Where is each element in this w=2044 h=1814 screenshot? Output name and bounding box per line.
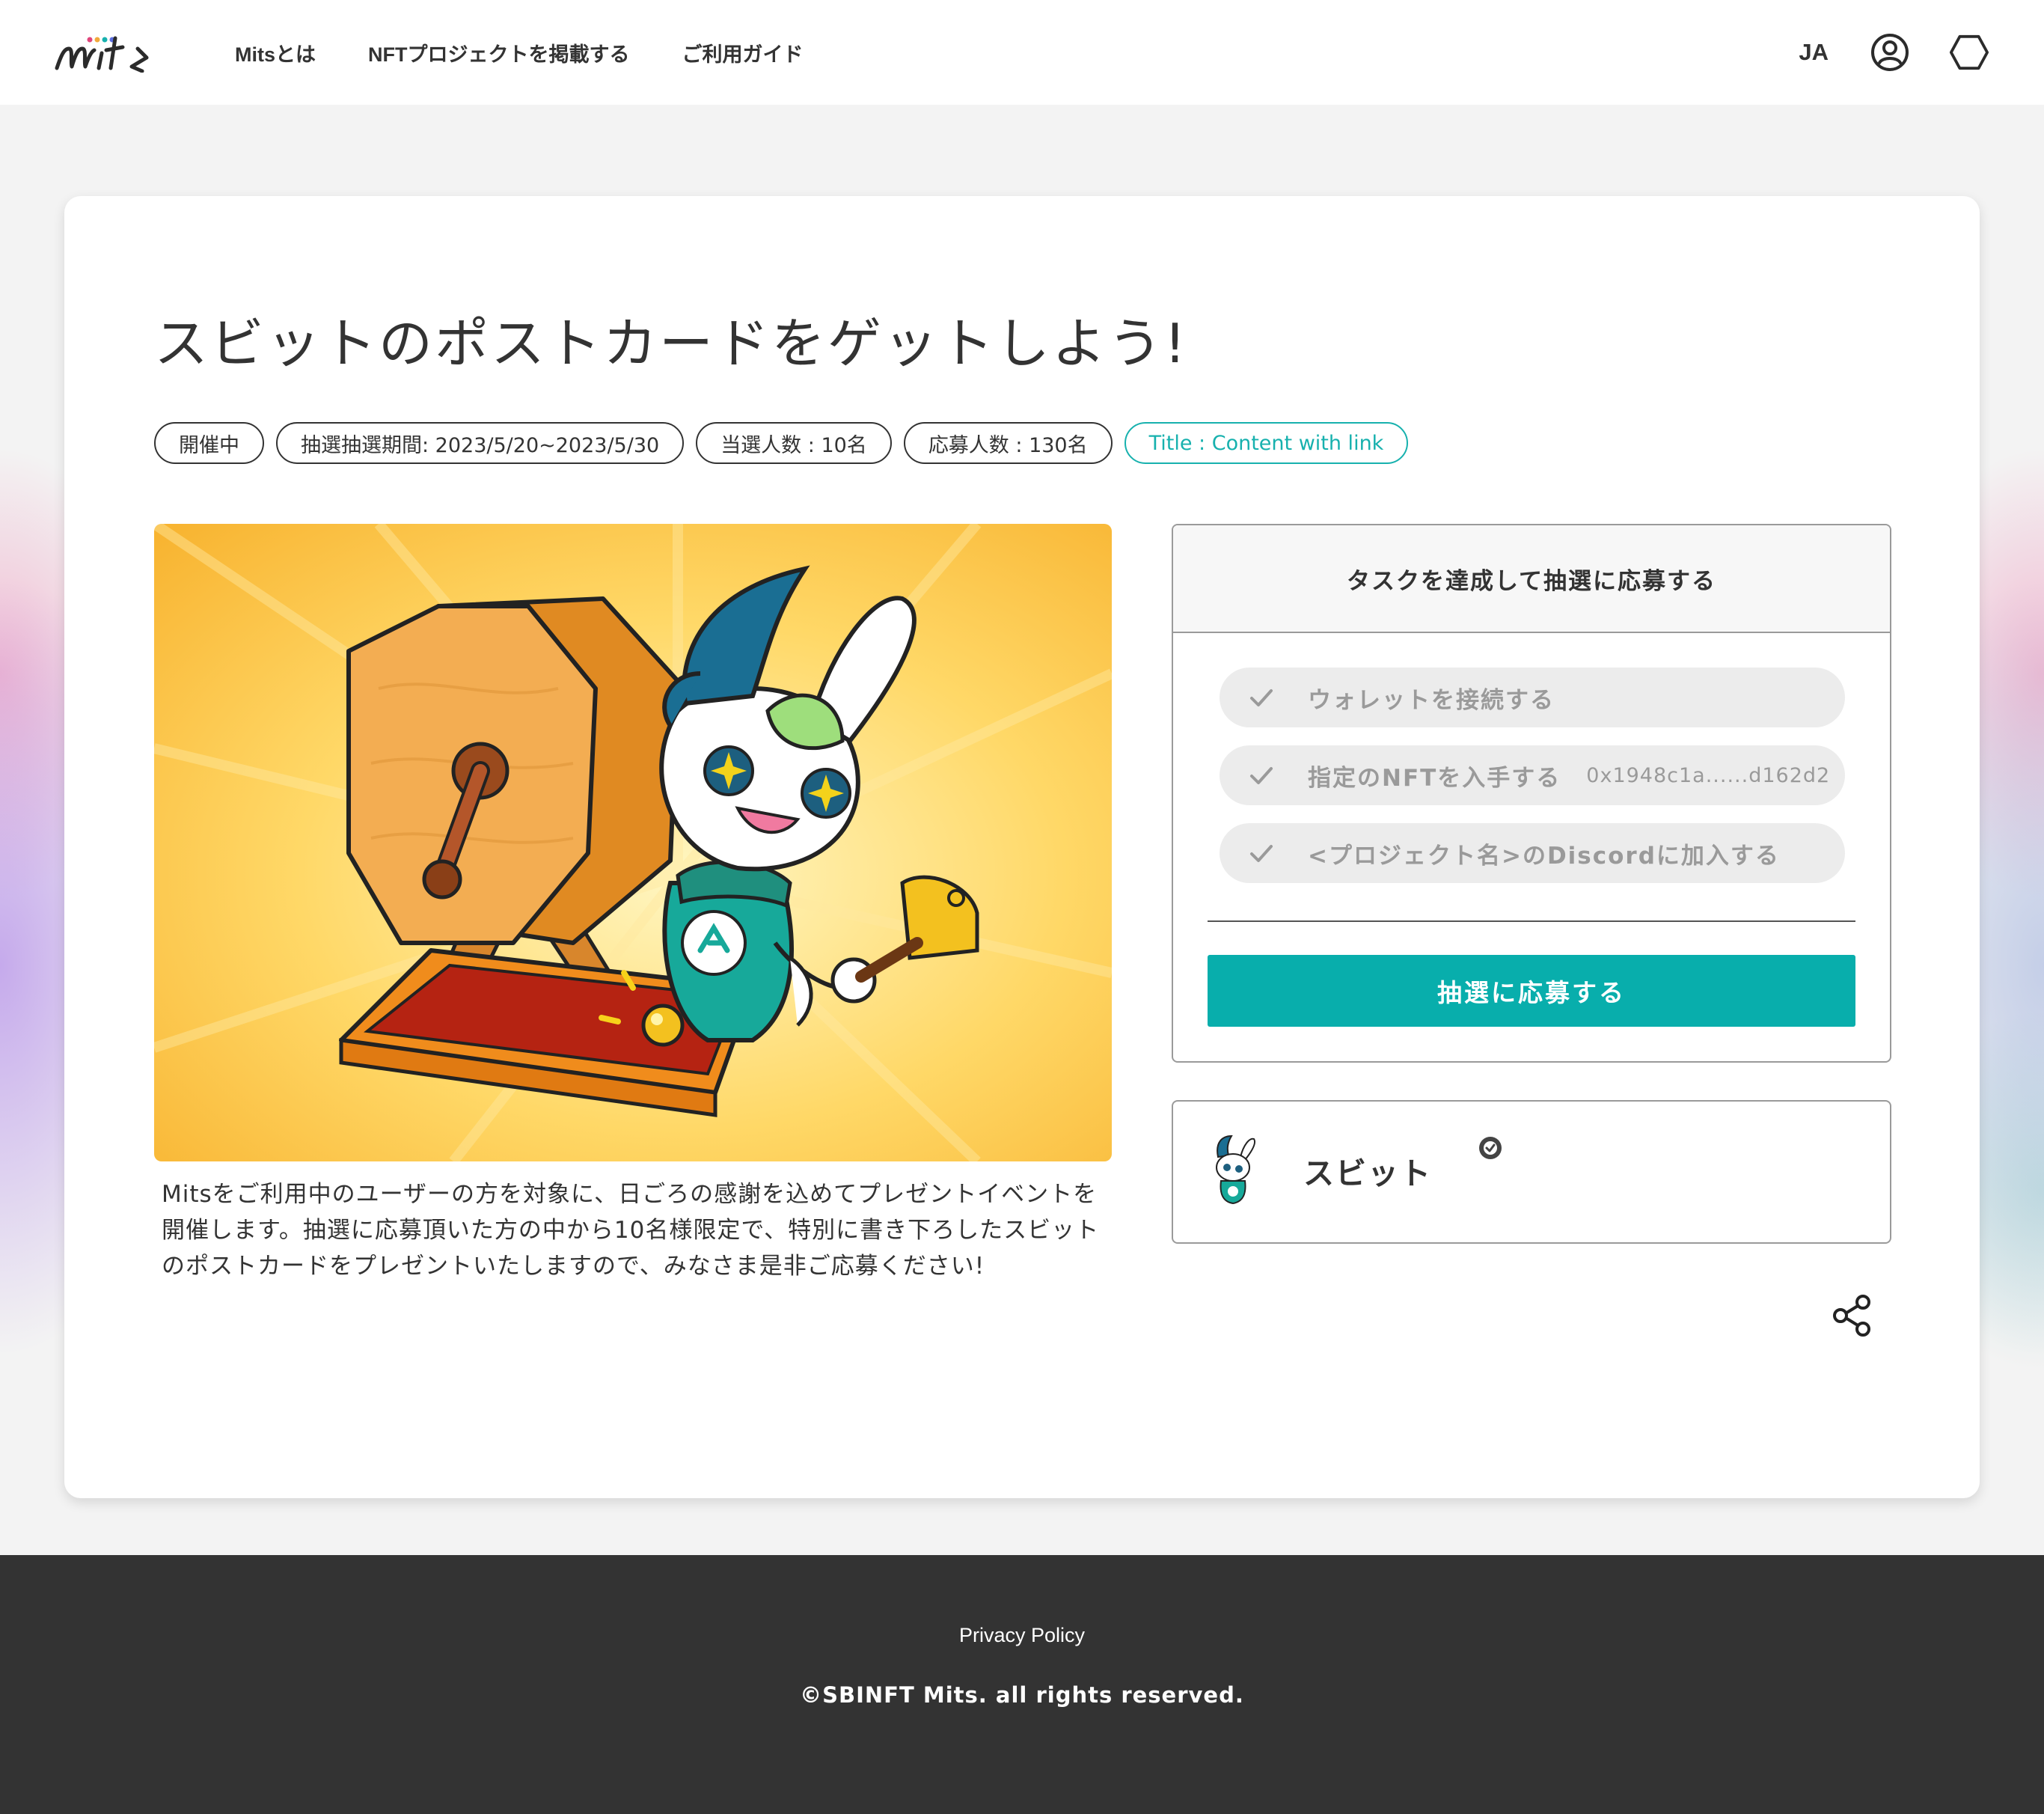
- campaign-title: スビットのポストカードをゲットしよう!: [154, 312, 1188, 375]
- check-icon: [1248, 684, 1275, 711]
- check-icon: [1248, 840, 1275, 867]
- nav-about[interactable]: Mitsとは: [235, 38, 316, 67]
- site-header: Mitsとは NFTプロジェクトを掲載する ご利用ガイド JA: [0, 0, 2044, 105]
- verified-badge-icon: [1478, 1136, 1502, 1160]
- project-name: スビット: [1303, 1155, 1432, 1191]
- apply-lottery-button[interactable]: 抽選に応募する: [1208, 955, 1855, 1027]
- task-panel-heading: タスクを達成して抽選に応募する: [1173, 525, 1890, 633]
- task-get-nft[interactable]: 指定のNFTを入手する 0x1948c1a......d162d2: [1220, 745, 1845, 805]
- campaign-card: スビットのポストカードをゲットしよう! 開催中 抽選抽選期間: 2023/5/2…: [64, 196, 1980, 1498]
- task-label: 指定のNFTを入手する: [1308, 764, 1561, 792]
- mits-logo[interactable]: [54, 30, 174, 75]
- status-badge: 開催中: [154, 422, 264, 464]
- nft-contract-address: 0x1948c1a......d162d2: [1586, 763, 1831, 787]
- check-icon: [1248, 762, 1275, 789]
- task-join-discord[interactable]: <プロジェクト名>のDiscordに加入する: [1220, 823, 1845, 883]
- period-badge: 抽選抽選期間: 2023/5/20~2023/5/30: [276, 422, 685, 464]
- content-link-badge[interactable]: Title : Content with link: [1124, 422, 1409, 464]
- wallet-hexagon-icon[interactable]: [1948, 31, 1990, 73]
- copyright: ©SBINFT Mits. all rights reserved.: [800, 1682, 1244, 1708]
- language-switcher[interactable]: JA: [1799, 39, 1829, 66]
- winners-badge: 当選人数 : 10名: [696, 422, 892, 464]
- project-avatar: [1211, 1134, 1258, 1209]
- task-label: <プロジェクト名>のDiscordに加入する: [1308, 842, 1780, 870]
- nav-guide[interactable]: ご利用ガイド: [682, 38, 803, 67]
- task-label: ウォレットを接続する: [1308, 686, 1555, 714]
- header-actions: JA: [1799, 31, 1990, 73]
- task-connect-wallet[interactable]: ウォレットを接続する: [1220, 668, 1845, 727]
- nav-list-project[interactable]: NFTプロジェクトを掲載する: [368, 38, 629, 67]
- privacy-policy-link[interactable]: Privacy Policy: [0, 1624, 2044, 1647]
- main-nav: Mitsとは NFTプロジェクトを掲載する ご利用ガイド: [235, 38, 803, 67]
- campaign-hero-image: [154, 524, 1112, 1161]
- applicants-badge: 応募人数 : 130名: [903, 422, 1113, 464]
- site-footer: Privacy Policy ©SBINFT Mits. all rights …: [0, 1555, 2044, 1814]
- campaign-description: Mitsをご利用中のユーザーの方を対象に、日ごろの感謝を込めてプレゼントイベント…: [162, 1181, 1100, 1280]
- user-circle-icon[interactable]: [1869, 31, 1911, 73]
- task-panel: タスクを達成して抽選に応募する ウォレットを接続する 指定のNFTを入手する 0…: [1172, 524, 1891, 1063]
- divider: [1208, 920, 1855, 922]
- project-card[interactable]: スビット: [1172, 1100, 1891, 1244]
- share-icon[interactable]: [1830, 1293, 1875, 1338]
- campaign-tags: 開催中 抽選抽選期間: 2023/5/20~2023/5/30 当選人数 : 1…: [154, 422, 1409, 464]
